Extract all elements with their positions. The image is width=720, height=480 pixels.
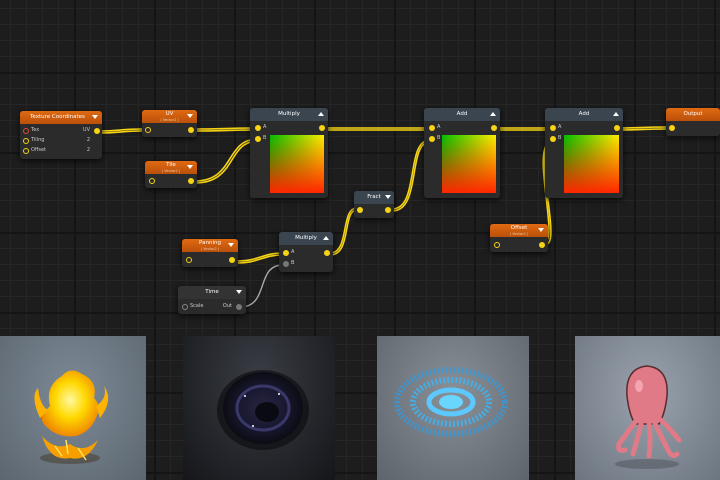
- node-title: Offset: [510, 225, 528, 231]
- node-title: Add: [578, 111, 590, 117]
- row-label: Offset: [31, 147, 47, 153]
- row-value: 2: [86, 137, 90, 143]
- fract-node[interactable]: Fract: [354, 191, 394, 218]
- uv-node[interactable]: UV( Vector2 ): [142, 110, 197, 137]
- node-subtitle: ( Vector2 ): [160, 118, 179, 122]
- port-label: B: [263, 135, 267, 141]
- wire-tile-multiply: [194, 138, 259, 182]
- node-subtitle: ( Vector2 ): [161, 169, 181, 173]
- node-preview: [564, 135, 619, 193]
- output-port[interactable]: [614, 125, 620, 131]
- output-port[interactable]: [539, 242, 545, 248]
- multiply-node-2[interactable]: Multiply A B: [279, 232, 333, 272]
- port-label: Scale: [190, 303, 204, 309]
- multiply-node[interactable]: Multiply A B: [250, 108, 328, 198]
- port-label: A: [558, 124, 562, 130]
- time-node[interactable]: Time Scale Out: [178, 286, 246, 314]
- port-label: A: [291, 249, 295, 255]
- black-hole-preview: [183, 336, 335, 480]
- row-label: Tex: [31, 127, 40, 133]
- input-port-a[interactable]: [429, 125, 435, 131]
- wire-time-multiply2: [239, 264, 284, 308]
- port-label: B: [291, 260, 295, 266]
- add-node[interactable]: Add A B: [424, 108, 500, 198]
- node-subtitle: ( Vector2 ): [200, 247, 220, 251]
- node-title: Texture Coordinates: [30, 114, 85, 120]
- input-port-b[interactable]: [550, 136, 556, 142]
- row-value: UV: [82, 127, 90, 133]
- ripple-rings-image: [394, 367, 508, 437]
- input-port-b[interactable]: [429, 136, 435, 142]
- output-port[interactable]: [94, 128, 100, 134]
- node-subtitle: ( Vector2 ): [509, 232, 529, 236]
- input-port-a[interactable]: [283, 250, 289, 256]
- row-label: Tiling: [31, 137, 45, 143]
- node-title: Multiply: [295, 235, 317, 241]
- wire-multiply2-fract: [329, 207, 358, 254]
- output-port[interactable]: [324, 250, 330, 256]
- node-title: Output: [683, 111, 703, 117]
- node-title: Panning: [199, 240, 221, 246]
- port-label: B: [558, 135, 562, 141]
- panning-node[interactable]: Panning( Vector2 ): [182, 239, 238, 267]
- fire-effect-preview: [0, 336, 146, 480]
- input-port-a[interactable]: [255, 125, 261, 131]
- add-node-2[interactable]: Add A B: [545, 108, 623, 198]
- port-label: A: [263, 124, 267, 130]
- octopus-image: [615, 365, 682, 469]
- output-port[interactable]: [229, 257, 235, 263]
- input-port[interactable]: [669, 125, 675, 131]
- ripple-rings-preview: [377, 336, 529, 480]
- tile-node[interactable]: Tile( Vector2 ): [145, 161, 197, 188]
- port-label: Out: [222, 303, 232, 309]
- texture-coordinates-node[interactable]: Texture Coordinates Tex UV Tiling 2 Offs…: [20, 111, 102, 159]
- row-value: 2: [86, 147, 90, 153]
- node-title: Fract: [367, 194, 381, 200]
- input-port-b[interactable]: [283, 261, 289, 267]
- node-title: UV: [165, 111, 174, 117]
- fire-effect-image: [34, 370, 109, 464]
- octopus-preview: [575, 336, 720, 480]
- output-port[interactable]: [491, 125, 497, 131]
- node-title: Multiply: [278, 111, 300, 117]
- port-label: B: [437, 135, 441, 141]
- node-title: Time: [205, 289, 219, 295]
- node-title: Tile: [166, 162, 176, 168]
- input-port[interactable]: [357, 207, 363, 213]
- output-port[interactable]: [385, 207, 391, 213]
- offset-node[interactable]: Offset( Vector2 ): [490, 224, 548, 252]
- node-preview: [442, 135, 496, 193]
- black-hole-image: [217, 370, 309, 450]
- output-port[interactable]: [236, 304, 242, 310]
- wire-uv-multiply: [194, 127, 259, 130]
- input-port-b[interactable]: [255, 136, 261, 142]
- output-port[interactable]: [319, 125, 325, 131]
- input-port-a[interactable]: [550, 125, 556, 131]
- port-label: A: [437, 124, 441, 130]
- output-node[interactable]: Output: [666, 108, 720, 136]
- output-port[interactable]: [188, 178, 194, 184]
- wire-add-output: [617, 126, 669, 129]
- node-preview: [270, 135, 324, 193]
- node-title: Add: [456, 111, 468, 117]
- output-port[interactable]: [188, 127, 194, 133]
